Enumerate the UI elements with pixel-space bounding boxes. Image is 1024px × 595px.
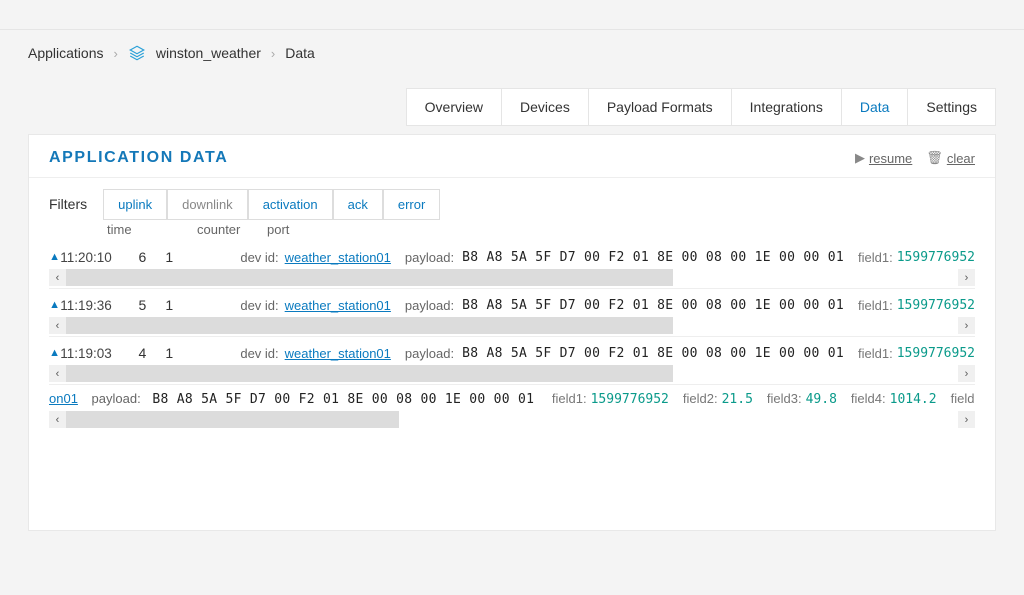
uplink-caret-icon: ▲: [49, 347, 60, 359]
field-label: field2:: [683, 391, 718, 406]
top-divider: [0, 0, 1024, 30]
scroll-right-icon[interactable]: ›: [958, 365, 975, 382]
payload-label: payload:: [405, 346, 454, 361]
devid-link[interactable]: weather_station01: [285, 346, 391, 361]
app-stack-icon: [128, 44, 146, 62]
col-port: port: [267, 222, 317, 237]
payload-value: B8 A8 5A 5F D7 00 F2 01 8E 00 08 00 1E 0…: [152, 392, 534, 407]
tab-data[interactable]: Data: [842, 89, 909, 125]
field-value: 49.8: [806, 392, 837, 407]
row-time: 11:19:03: [60, 346, 115, 361]
resume-label: resume: [869, 151, 912, 166]
panel-title: APPLICATION DATA: [49, 149, 228, 167]
field1-value: 1599776952: [897, 298, 975, 313]
devid-link[interactable]: weather_station01: [285, 250, 391, 265]
scroll-left-icon[interactable]: ‹: [49, 411, 66, 428]
devid-link[interactable]: weather_station01: [285, 298, 391, 313]
filter-uplink[interactable]: uplink: [103, 189, 167, 220]
payload-value: B8 A8 5A 5F D7 00 F2 01 8E 00 08 00 1E 0…: [462, 346, 844, 361]
tab-integrations[interactable]: Integrations: [732, 89, 842, 125]
row-counter: 6: [115, 249, 154, 265]
scroll-left-icon[interactable]: ‹: [49, 269, 66, 286]
table-row[interactable]: ▲11:19:0341 dev id: weather_station01 paylo…: [49, 337, 975, 385]
col-time: time: [107, 222, 197, 237]
filter-downlink[interactable]: downlink: [167, 189, 248, 220]
filter-error[interactable]: error: [383, 189, 440, 220]
payload-value: B8 A8 5A 5F D7 00 F2 01 8E 00 08 00 1E 0…: [462, 298, 844, 313]
uplink-caret-icon: ▲: [49, 299, 60, 311]
breadcrumb: Applications › winston_weather › Data: [0, 30, 1024, 76]
field-label: field4:: [851, 391, 886, 406]
row-port: 1: [154, 297, 184, 313]
col-counter: counter: [197, 222, 267, 237]
tab-settings[interactable]: Settings: [908, 89, 995, 125]
field-label: field5:: [951, 391, 975, 406]
scroll-left-icon[interactable]: ‹: [49, 317, 66, 334]
payload-label: payload:: [405, 298, 454, 313]
filters-label: Filters: [49, 196, 87, 212]
filter-activation[interactable]: activation: [248, 189, 333, 220]
field1-value: 1599776952: [897, 250, 975, 265]
row-port: 1: [154, 345, 184, 361]
scroll-left-icon[interactable]: ‹: [49, 365, 66, 382]
payload-label: payload:: [92, 391, 141, 406]
payload-label: payload:: [405, 250, 454, 265]
scrollbar-track: [399, 411, 979, 428]
devid-label: dev id:: [240, 346, 278, 361]
scrollbar-track: [673, 269, 993, 286]
scrollbar-track: [673, 365, 993, 382]
breadcrumb-page: Data: [285, 45, 315, 61]
scroll-right-icon[interactable]: ›: [958, 317, 975, 334]
chevron-right-icon: ›: [114, 46, 118, 61]
clear-button[interactable]: 🗑 clear: [926, 150, 975, 166]
breadcrumb-root[interactable]: Applications: [28, 45, 104, 61]
horizontal-scrollbar[interactable]: ‹ ›: [49, 411, 975, 428]
field-value: 1014.2: [890, 392, 937, 407]
play-icon: ▶: [855, 150, 865, 166]
field-label: field1:: [552, 391, 587, 406]
tab-payload-formats[interactable]: Payload Formats: [589, 89, 732, 125]
tab-devices[interactable]: Devices: [502, 89, 589, 125]
field1-label: field1:: [858, 346, 893, 361]
row-counter: 4: [115, 345, 154, 361]
scroll-right-icon[interactable]: ›: [958, 411, 975, 428]
breadcrumb-app[interactable]: winston_weather: [156, 45, 261, 61]
chevron-right-icon: ›: [271, 46, 275, 61]
table-row[interactable]: ▲11:20:1061 dev id: weather_station01 paylo…: [49, 241, 975, 289]
uplink-caret-icon: ▲: [49, 251, 60, 263]
expanded-row: on01 payload: B8 A8 5A 5F D7 00 F2 01 8E…: [49, 385, 975, 411]
devid-label: dev id:: [240, 250, 278, 265]
horizontal-scrollbar[interactable]: ‹›: [49, 365, 975, 382]
field-value: 21.5: [722, 392, 753, 407]
scroll-right-icon[interactable]: ›: [958, 269, 975, 286]
application-data-panel: APPLICATION DATA ▶ resume 🗑 clear Filter…: [28, 134, 996, 531]
devid-fragment[interactable]: on01: [49, 391, 78, 406]
field-value: 1599776952: [591, 392, 669, 407]
filter-ack[interactable]: ack: [333, 189, 383, 220]
tab-bar: OverviewDevicesPayload FormatsIntegratio…: [0, 76, 1024, 126]
trash-icon: 🗑: [926, 150, 943, 166]
horizontal-scrollbar[interactable]: ‹›: [49, 317, 975, 334]
table-row[interactable]: ▲11:19:3651 dev id: weather_station01 paylo…: [49, 289, 975, 337]
field1-value: 1599776952: [897, 346, 975, 361]
horizontal-scrollbar[interactable]: ‹›: [49, 269, 975, 286]
row-port: 1: [154, 249, 184, 265]
field-label: field3:: [767, 391, 802, 406]
resume-button[interactable]: ▶ resume: [855, 150, 912, 166]
tab-overview[interactable]: Overview: [407, 89, 502, 125]
row-time: 11:19:36: [60, 298, 115, 313]
row-counter: 5: [115, 297, 154, 313]
field1-label: field1:: [858, 250, 893, 265]
scrollbar-track: [673, 317, 993, 334]
field1-label: field1:: [858, 298, 893, 313]
devid-label: dev id:: [240, 298, 278, 313]
clear-label: clear: [947, 151, 975, 166]
row-time: 11:20:10: [60, 250, 115, 265]
payload-value: B8 A8 5A 5F D7 00 F2 01 8E 00 08 00 1E 0…: [462, 250, 844, 265]
